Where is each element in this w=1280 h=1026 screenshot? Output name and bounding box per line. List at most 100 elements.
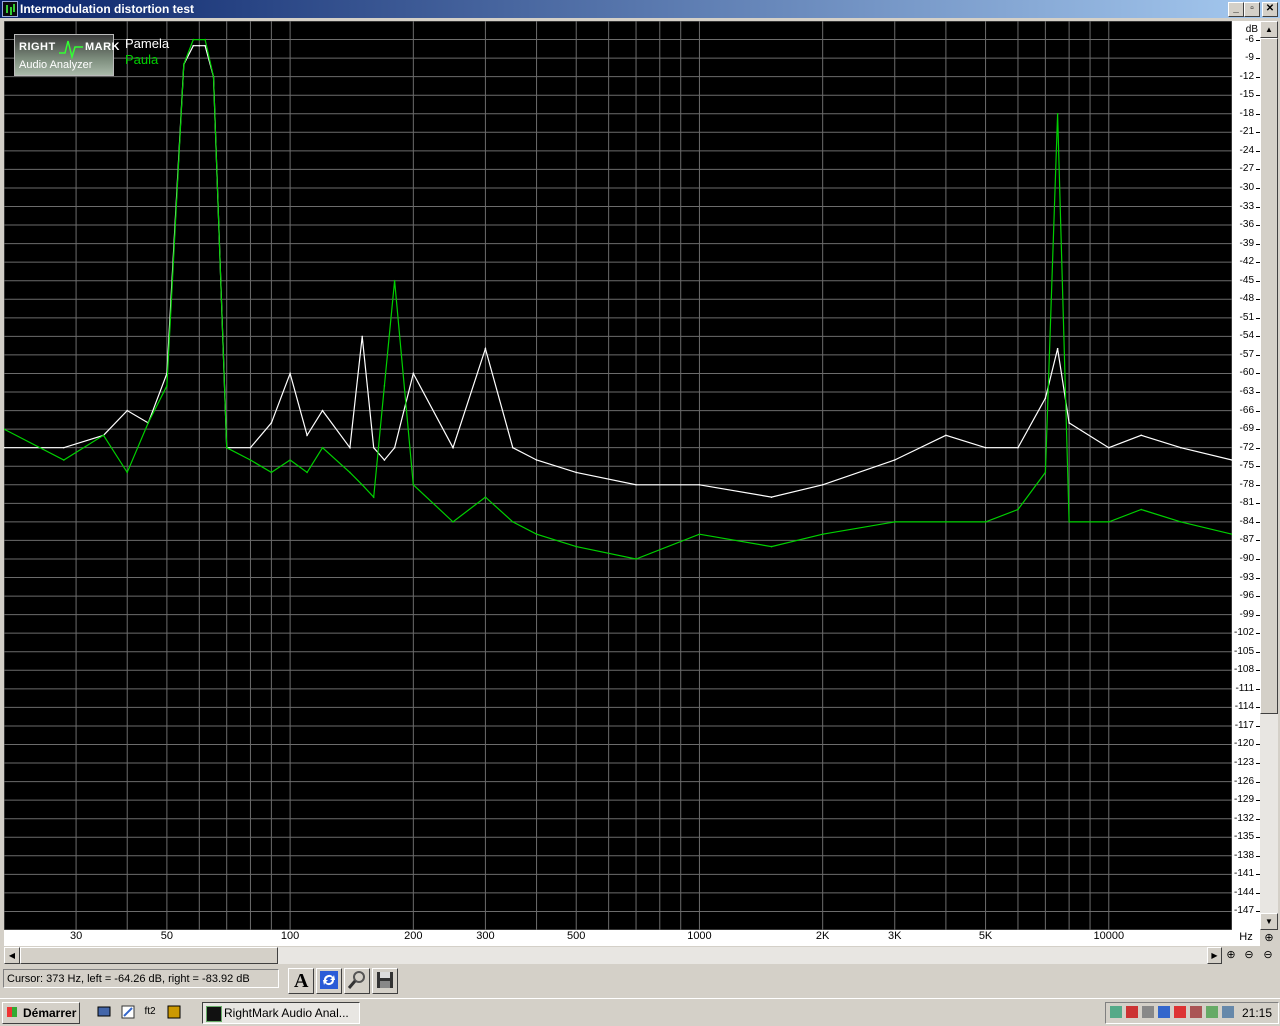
series-2-point <box>349 471 351 474</box>
scroll-right-arrow-icon[interactable]: ▶ <box>1207 947 1222 964</box>
series-1-point <box>512 446 514 449</box>
spectrum-plot[interactable]: RIGHT MARK Audio Analyzer Pamela Paula <box>4 21 1232 930</box>
close-button[interactable]: ✕ <box>1262 2 1278 17</box>
x-tick-label: 50 <box>160 930 173 942</box>
series-2-point <box>321 446 324 449</box>
y-tick-label: -126 <box>1233 775 1254 787</box>
series-2-point <box>102 434 105 437</box>
quicklaunch-ft2-icon[interactable]: ft2 <box>142 1004 158 1020</box>
scroll-up-arrow-icon[interactable]: ▲ <box>1260 21 1278 38</box>
series-2-point <box>192 38 195 41</box>
series-1-point <box>1068 422 1070 424</box>
quicklaunch-desktop-icon[interactable] <box>96 1004 112 1020</box>
series-2-point <box>984 521 987 523</box>
tray-display-icon[interactable] <box>1222 1006 1234 1018</box>
scroll-left-arrow-icon[interactable]: ◀ <box>4 947 20 964</box>
y-tick-label: -27 <box>1239 163 1254 175</box>
title-bar: Intermodulation distortion test _ ▫ ✕ <box>0 0 1280 18</box>
series-2-point <box>306 471 308 474</box>
logo-text-analyzer: Audio Analyzer <box>19 59 93 71</box>
series-2-point <box>383 385 386 387</box>
y-tick-label: -21 <box>1239 126 1254 138</box>
y-tick-label: -66 <box>1239 404 1254 416</box>
start-button[interactable]: Démarrer <box>2 1002 80 1024</box>
series-2-point <box>1056 112 1059 115</box>
save-icon[interactable] <box>372 968 398 994</box>
x-tick-label: 2K <box>815 930 830 942</box>
y-tick-label: -39 <box>1239 237 1254 249</box>
series-2-point <box>1017 508 1019 511</box>
x-axis: 30 50 100 200 300 500 1000 2K 3K 5K 10000 <box>4 930 1232 946</box>
series-2-point <box>698 533 701 536</box>
series-1-point <box>249 446 252 449</box>
series-2-point <box>893 521 896 523</box>
tray-volume-icon[interactable] <box>1142 1006 1154 1018</box>
y-tick-label: -114 <box>1234 701 1254 713</box>
series-1-point <box>1044 397 1047 400</box>
series-1-point <box>393 446 396 449</box>
x-tick-label: 1000 <box>687 930 712 942</box>
y-tick-label: -108 <box>1233 664 1254 676</box>
x-tick-label: 30 <box>69 930 83 942</box>
zoom-in-x-icon[interactable]: ⊕ <box>1223 947 1239 963</box>
series-1-point <box>1017 446 1019 449</box>
taskbar-item-label: RightMark Audio Anal... <box>224 1006 349 1020</box>
y-tick-label: -138 <box>1233 849 1254 861</box>
zoom-in-icon[interactable]: ⊕ <box>1261 930 1277 946</box>
taskbar-item-rightmark[interactable]: RightMark Audio Anal... <box>202 1002 360 1024</box>
series-1-point <box>821 483 824 486</box>
series-1-point <box>198 44 201 47</box>
vertical-scroll-thumb[interactable] <box>1260 38 1278 714</box>
series-2-point <box>452 521 454 523</box>
app-icon <box>2 1 18 17</box>
series-2-point <box>1180 521 1182 523</box>
tray-image-icon[interactable] <box>1206 1006 1218 1018</box>
y-tick-label: -6 <box>1245 33 1254 45</box>
zoom-out-x-icon[interactable]: ⊖ <box>1241 947 1257 963</box>
series-1-point <box>575 471 578 474</box>
series-2-point <box>535 533 538 536</box>
series-1-point <box>192 44 195 47</box>
minimize-button[interactable]: _ <box>1228 2 1244 17</box>
series-2-point <box>412 483 415 486</box>
series-2-point <box>1107 521 1110 523</box>
vertical-scrollbar[interactable]: ▲ ▼ <box>1260 21 1278 930</box>
zoom-out-icon[interactable]: ⊖ <box>1260 947 1276 963</box>
series-2-point <box>821 533 824 536</box>
series-1-point <box>289 372 291 375</box>
horizontal-scrollbar[interactable]: ◀ ▶ <box>4 947 1222 964</box>
tray-security-icon[interactable] <box>1174 1006 1186 1018</box>
restore-button[interactable]: ▫ <box>1244 2 1260 17</box>
series-2-point <box>225 446 228 449</box>
y-tick-label: -63 <box>1239 386 1254 398</box>
system-tray: 21:15 <box>1105 1002 1279 1024</box>
y-tick-label: -42 <box>1239 256 1254 268</box>
tray-network-icon[interactable] <box>1110 1006 1122 1018</box>
y-tick-label: -84 <box>1239 515 1254 527</box>
scroll-down-arrow-icon[interactable]: ▼ <box>1260 913 1278 930</box>
tray-monitor-icon[interactable] <box>1158 1006 1170 1018</box>
series-2-point <box>166 385 168 387</box>
y-tick-label: -75 <box>1239 460 1254 472</box>
series-1-point <box>893 459 896 461</box>
series-2-point <box>183 63 185 66</box>
series-2-point <box>270 471 273 474</box>
x-tick-label: 3K <box>888 930 902 942</box>
svg-text:A: A <box>294 970 309 991</box>
series-2-point <box>289 459 291 461</box>
text-font-icon[interactable]: A <box>288 968 314 994</box>
quicklaunch-app-icon[interactable] <box>166 1004 182 1020</box>
quicklaunch-explorer-icon[interactable] <box>120 1004 136 1020</box>
refresh-icon[interactable] <box>316 968 342 994</box>
y-tick-label: -18 <box>1239 107 1254 119</box>
series-1-point <box>412 372 415 375</box>
y-tick-label: -105 <box>1233 645 1254 657</box>
tray-users-icon[interactable] <box>1190 1006 1202 1018</box>
series-2-point <box>147 422 149 424</box>
y-tick-label: -12 <box>1239 70 1254 82</box>
y-tick-label: -15 <box>1239 89 1254 101</box>
legend-series-1: Pamela <box>125 36 170 51</box>
magnifier-icon[interactable] <box>344 968 370 994</box>
horizontal-scroll-thumb[interactable] <box>20 947 278 964</box>
tray-antivirus-icon[interactable] <box>1126 1006 1138 1018</box>
